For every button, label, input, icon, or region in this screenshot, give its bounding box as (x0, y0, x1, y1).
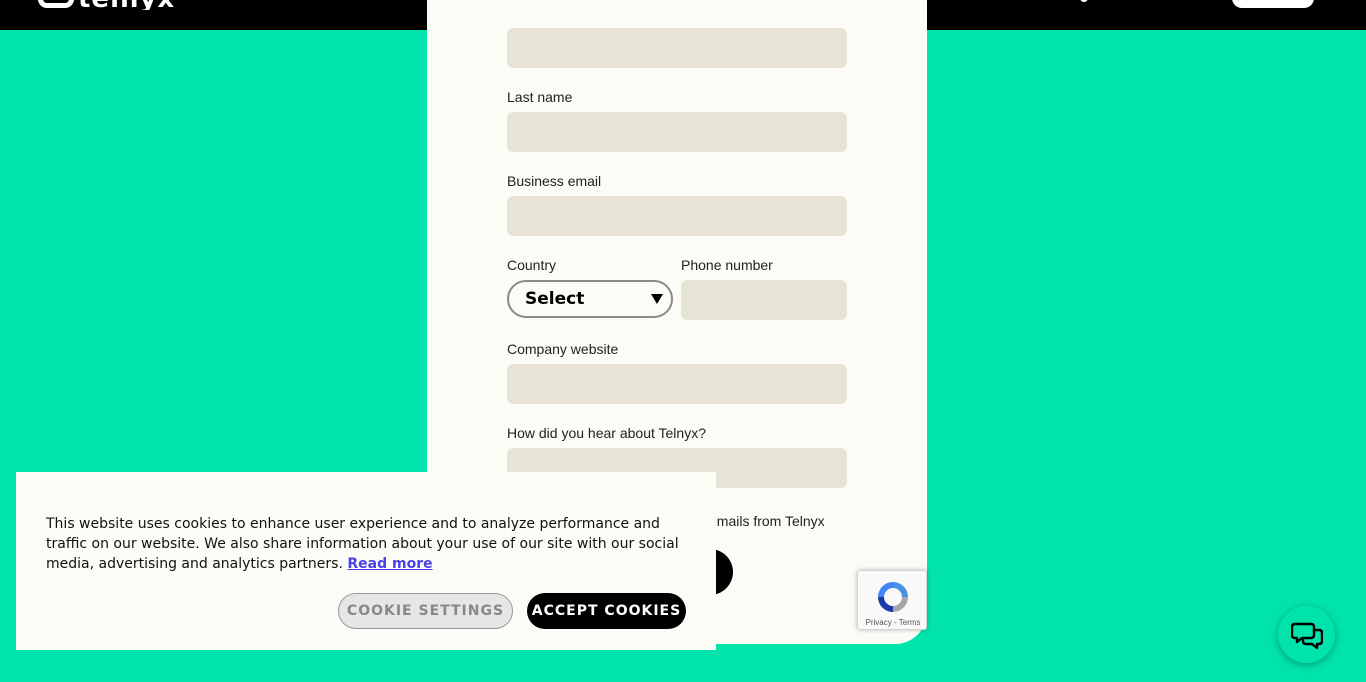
read-more-link[interactable]: Read more (347, 556, 432, 572)
telnyx-logo[interactable]: telnyx (38, 0, 175, 10)
first-name-field[interactable] (507, 28, 847, 68)
company-website-field[interactable] (507, 364, 847, 404)
logo-text: telnyx (78, 0, 175, 10)
search-icon[interactable] (1080, 0, 1088, 2)
optin-checkbox-label: emails from Telnyx (709, 513, 825, 529)
nav-cta-button[interactable] (1232, 0, 1314, 8)
last-name-label: Last name (507, 89, 573, 105)
chat-launcher-button[interactable] (1278, 606, 1335, 663)
chat-bubbles-icon (1290, 622, 1323, 649)
country-select[interactable]: Select (507, 280, 673, 318)
company-website-label: Company website (507, 341, 619, 357)
accept-cookies-button[interactable]: ACCEPT COOKIES (527, 593, 686, 629)
phone-number-field[interactable] (681, 280, 847, 320)
cookie-banner: This website uses cookies to enhance use… (16, 472, 716, 650)
recaptcha-icon (878, 582, 908, 612)
business-email-field[interactable] (507, 196, 847, 236)
last-name-field[interactable] (507, 112, 847, 152)
logo-mark-icon (38, 0, 74, 8)
country-select-value: Select (525, 289, 585, 309)
triangle-down-icon (651, 294, 663, 304)
business-email-label: Business email (507, 173, 602, 189)
cookie-message: This website uses cookies to enhance use… (46, 514, 691, 574)
hear-about-label: How did you hear about Telnyx? (507, 425, 706, 441)
country-label: Country (507, 257, 557, 273)
cookie-settings-button[interactable]: COOKIE SETTINGS (338, 593, 513, 629)
recaptcha-badge[interactable]: Privacy - Terms (857, 570, 927, 630)
phone-number-label: Phone number (681, 257, 773, 273)
recaptcha-links[interactable]: Privacy - Terms (858, 618, 928, 627)
